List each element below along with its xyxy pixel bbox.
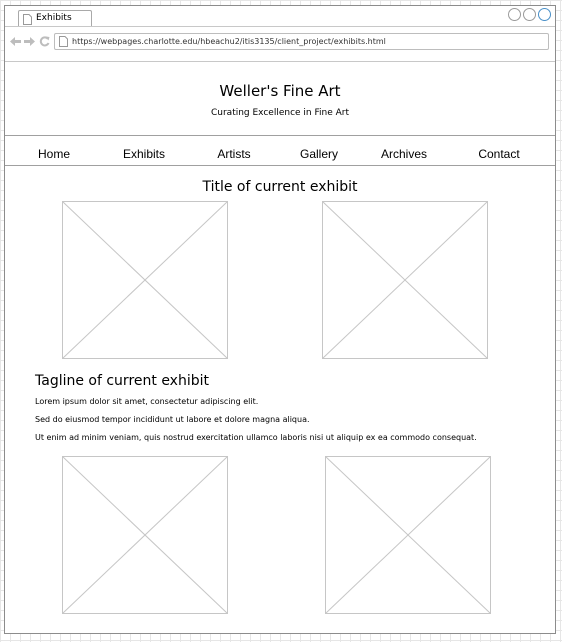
divider	[5, 61, 555, 62]
url-text: https://webpages.charlotte.edu/hbeachu2/…	[72, 37, 386, 46]
body-text: Sed do eiusmod tempor incididunt ut labo…	[35, 415, 310, 424]
reload-icon[interactable]	[39, 36, 50, 47]
forward-arrow-icon[interactable]	[24, 36, 35, 47]
browser-toolbar: https://webpages.charlotte.edu/hbeachu2/…	[5, 28, 555, 58]
image-placeholder	[322, 201, 488, 359]
image-placeholder	[62, 456, 228, 614]
close-button[interactable]	[538, 8, 551, 21]
nav-item-archives[interactable]: Archives	[381, 147, 427, 161]
tab-title: Exhibits	[36, 13, 72, 23]
nav-item-artists[interactable]: Artists	[217, 147, 250, 161]
minimize-button[interactable]	[508, 8, 521, 21]
browser-window: Exhibits https://webpages.charlotte.edu/…	[4, 5, 556, 634]
nav-item-exhibits[interactable]: Exhibits	[123, 147, 165, 161]
page-icon	[59, 36, 68, 47]
site-subtitle: Curating Excellence in Fine Art	[210, 108, 349, 118]
tab-strip: Exhibits	[5, 6, 555, 27]
address-bar[interactable]: https://webpages.charlotte.edu/hbeachu2/…	[54, 33, 549, 50]
nav-item-gallery[interactable]: Gallery	[300, 147, 338, 161]
nav-top-border	[5, 135, 555, 136]
browser-tab[interactable]: Exhibits	[18, 10, 92, 27]
nav-item-contact[interactable]: Contact	[478, 147, 519, 161]
exhibit-tagline: Tagline of current exhibit	[35, 373, 209, 389]
window-controls	[508, 8, 551, 21]
nav-item-home[interactable]: Home	[38, 147, 70, 161]
body-text: Ut enim ad minim veniam, quis nostrud ex…	[35, 433, 477, 442]
divider	[5, 26, 555, 27]
exhibit-title: Title of current exhibit	[202, 179, 358, 195]
maximize-button[interactable]	[523, 8, 536, 21]
body-text: Lorem ipsum dolor sit amet, consectetur …	[35, 397, 259, 406]
image-placeholder	[325, 456, 491, 614]
image-placeholder	[62, 201, 228, 359]
back-arrow-icon[interactable]	[10, 36, 21, 47]
nav-bottom-border	[5, 165, 555, 166]
page-icon	[23, 14, 32, 25]
site-title: Weller's Fine Art	[219, 82, 341, 100]
